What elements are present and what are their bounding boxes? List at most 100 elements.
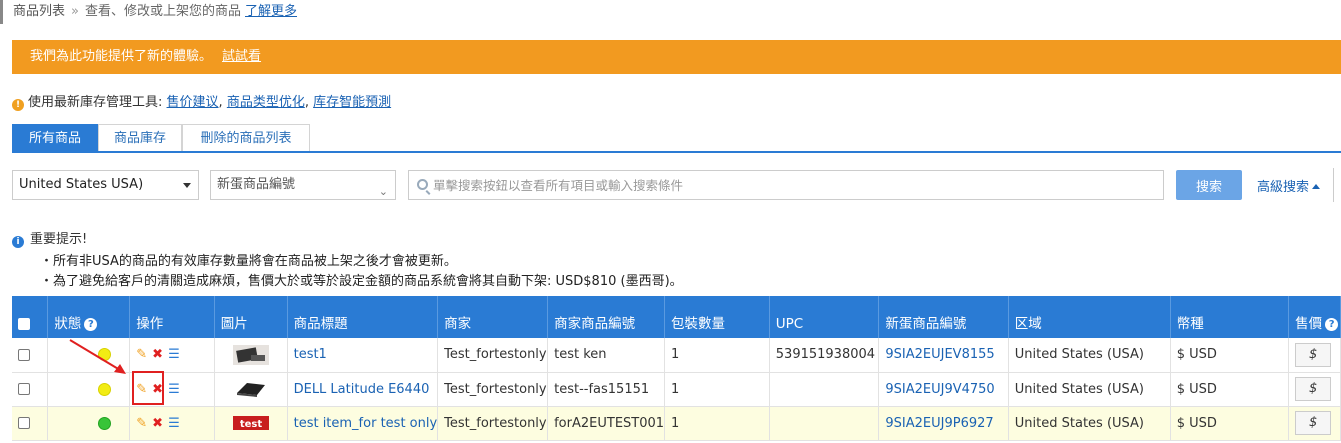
search-box (408, 170, 1164, 200)
inventory-forecast-link[interactable]: 库存智能預測 (313, 95, 391, 110)
product-type-optimization-link[interactable]: 商品类型优化 (227, 95, 305, 110)
list-icon[interactable]: ☰ (168, 347, 180, 362)
search-field-value: 新蛋商品編號 (217, 177, 296, 192)
seller-cell: Test_fortestonly (437, 406, 549, 441)
product-thumbnail[interactable]: test (232, 413, 269, 433)
product-title-link[interactable]: test1 (294, 347, 327, 362)
price-button[interactable]: $ (1295, 377, 1332, 401)
search-input[interactable] (433, 171, 1153, 199)
header-pack-qty[interactable]: 包裝數量 (664, 296, 770, 338)
try-it-link[interactable]: 試試看 (222, 49, 261, 64)
tools-prefix: 使用最新庫存管理工具: (28, 95, 163, 110)
status-yellow-icon (98, 382, 112, 396)
tab-deleted-products[interactable]: 刪除的商品列表 (182, 124, 310, 151)
search-field-select[interactable]: 新蛋商品編號 ⌄ (210, 170, 396, 200)
currency-cell: $ USD (1170, 338, 1290, 373)
item-number-link[interactable]: 9SIA2EUJ9P6927 (885, 416, 993, 431)
learn-more-link[interactable]: 了解更多 (245, 4, 297, 19)
notice-line: ・所有非USA的商品的有效庫存數量將會在商品被上架之後才會被更新。 (40, 254, 457, 269)
product-title-link[interactable]: test item_for test only (294, 416, 437, 431)
svg-text:test: test (240, 419, 263, 430)
info-icon: i (12, 236, 24, 248)
currency-cell: $ USD (1170, 406, 1290, 441)
header-region[interactable]: 区域 (1008, 296, 1171, 338)
header-image: 圖片 (214, 296, 288, 338)
warning-icon: ! (12, 99, 24, 111)
upc-cell (769, 372, 880, 407)
region-cell: United States (USA) (1008, 338, 1171, 373)
header-seller[interactable]: 商家 (437, 296, 549, 338)
price-suggestion-link[interactable]: 售价建议 (167, 95, 219, 110)
breadcrumb-description: 查看、修改或上架您的商品 (84, 4, 241, 19)
product-tabs: 所有商品 商品庫存 刪除的商品列表 (12, 124, 1341, 153)
annotation-arrow (69, 339, 126, 374)
search-button[interactable]: 搜索 (1176, 170, 1242, 200)
notice-title: 重要提示! (30, 232, 88, 247)
edit-icon[interactable]: ✎ (136, 416, 147, 431)
item-number-link[interactable]: 9SIA2EUJEV8155 (885, 347, 994, 362)
list-icon[interactable]: ☰ (168, 416, 180, 431)
tab-all-products[interactable]: 所有商品 (12, 124, 98, 151)
header-status: 狀態? (47, 296, 131, 338)
status-green-icon (98, 416, 112, 430)
product-thumbnail[interactable] (233, 379, 269, 399)
pack-qty-cell: 1 (664, 406, 770, 441)
breadcrumb-root[interactable]: 商品列表 (13, 4, 65, 19)
pack-qty-cell: 1 (664, 338, 770, 373)
edit-icon[interactable]: ✎ (136, 347, 147, 362)
new-experience-banner: 我們為此功能提供了新的體驗。 試試看 (12, 40, 1341, 74)
select-all-checkbox[interactable] (18, 318, 30, 330)
delete-icon[interactable]: ✖ (152, 347, 163, 362)
table-row: ✎ ✖ ☰ DELL Latitude E6440 Test_fortestonly… (12, 372, 1341, 407)
header-seller-sku[interactable]: 商家商品編號 (547, 296, 666, 338)
list-icon[interactable]: ☰ (168, 382, 180, 397)
banner-text: 我們為此功能提供了新的體驗。 (30, 49, 213, 64)
breadcrumb-separator: » (71, 4, 79, 19)
row-checkbox[interactable] (18, 417, 30, 429)
search-icon (417, 179, 428, 190)
tab-inventory[interactable]: 商品庫存 (98, 124, 182, 151)
table-header-row: 狀態? 操作 圖片 商品標題 商家 商家商品編號 包裝數量 UPC 新蛋商品編號… (12, 296, 1341, 338)
seller-sku-cell: test--fas15151 (547, 372, 666, 407)
chevron-down-icon: ⌄ (378, 185, 388, 198)
table-row: ✎ ✖ ☰ test1 Test_fortestonly test ken 1 53… (12, 338, 1341, 373)
table-row: ✎ ✖ ☰ test test item_for test only Test_fo… (12, 406, 1341, 441)
row-checkbox[interactable] (18, 383, 30, 395)
help-icon[interactable]: ? (1325, 318, 1339, 331)
advanced-search-label: 高級搜索 (1257, 180, 1310, 195)
divider (1333, 168, 1334, 202)
header-currency[interactable]: 幣種 (1170, 296, 1290, 338)
highlight-box (132, 371, 164, 405)
help-icon[interactable]: ? (84, 318, 98, 331)
header-upc[interactable]: UPC (769, 296, 880, 338)
price-button[interactable]: $ (1295, 342, 1332, 367)
region-cell: United States (USA) (1008, 406, 1171, 441)
caret-down-icon (183, 183, 191, 188)
seller-sku-cell: test ken (547, 338, 666, 373)
header-price: 售價? (1288, 296, 1341, 338)
region-cell: United States (USA) (1008, 372, 1171, 407)
inventory-tools-bar: ! 使用最新庫存管理工具: 售价建议, 商品类型优化, 库存智能預測 (12, 94, 391, 112)
currency-cell: $ USD (1170, 372, 1290, 407)
header-item-number[interactable]: 新蛋商品編號 (878, 296, 1009, 338)
item-number-link[interactable]: 9SIA2EUJ9V4750 (885, 382, 994, 397)
price-button[interactable]: $ (1295, 411, 1332, 435)
product-table: 狀態? 操作 圖片 商品標題 商家 商家商品編號 包裝數量 UPC 新蛋商品編號… (12, 296, 1341, 441)
header-title[interactable]: 商品標題 (287, 296, 439, 338)
seller-sku-cell: forA2EUTEST001 (547, 406, 666, 441)
important-notice: i 重要提示! (12, 228, 87, 248)
product-title-link[interactable]: DELL Latitude E6440 (294, 382, 430, 397)
pack-qty-cell: 1 (664, 372, 770, 407)
country-select-value: United States USA) (19, 177, 144, 192)
seller-cell: Test_fortestonly (437, 338, 549, 373)
header-actions: 操作 (129, 296, 215, 338)
product-thumbnail[interactable] (232, 344, 269, 365)
seller-cell: Test_fortestonly (437, 372, 549, 407)
notice-line: ・為了避免給客戶的清關造成麻煩，售價大於或等於設定金額的商品系統會將其自動下架:… (40, 274, 683, 289)
row-checkbox[interactable] (18, 348, 30, 361)
upc-cell (769, 406, 880, 441)
upc-cell: 539151938004 (769, 338, 880, 373)
delete-icon[interactable]: ✖ (152, 416, 163, 431)
country-select[interactable]: United States USA) (12, 170, 199, 200)
advanced-search-toggle[interactable]: 高級搜索 (1257, 176, 1321, 195)
